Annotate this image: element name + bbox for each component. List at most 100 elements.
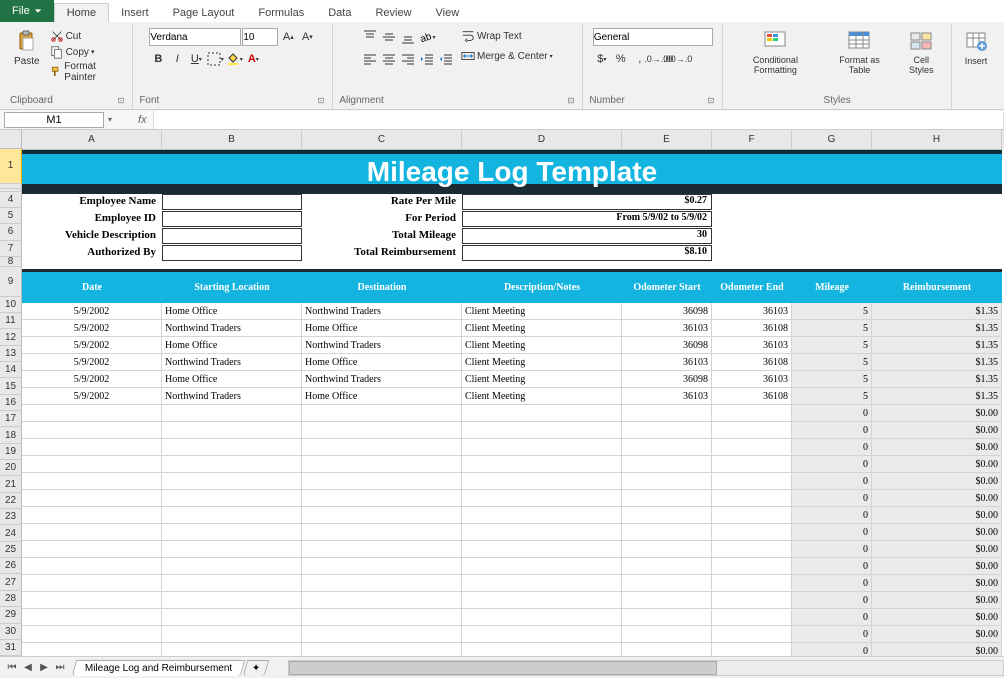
tab-data[interactable]: Data <box>316 4 363 22</box>
cell[interactable] <box>162 575 302 592</box>
cell[interactable]: Home Office <box>302 354 462 371</box>
cell[interactable] <box>712 507 792 524</box>
cell[interactable] <box>162 507 302 524</box>
cell[interactable] <box>162 524 302 541</box>
cell[interactable]: $1.35 <box>872 337 1002 354</box>
cell[interactable]: 0 <box>792 592 872 609</box>
cell[interactable]: $0.00 <box>872 524 1002 541</box>
cell[interactable]: 0 <box>792 422 872 439</box>
cell[interactable]: 0 <box>792 575 872 592</box>
insert-cells-button[interactable]: Insert <box>960 28 992 68</box>
cell[interactable] <box>622 422 712 439</box>
format-as-table-button[interactable]: Format as Table <box>826 28 894 78</box>
info-value[interactable]: 30 <box>462 228 712 244</box>
row-header-11[interactable]: 11 <box>0 313 22 329</box>
tab-nav-last[interactable]: ⏭ <box>52 660 68 676</box>
clipboard-dialog-launcher[interactable]: ⊡ <box>116 96 127 105</box>
tab-nav-prev[interactable]: ◀ <box>20 660 36 676</box>
cell[interactable]: $0.00 <box>872 439 1002 456</box>
increase-font-button[interactable]: A▴ <box>279 28 297 46</box>
cell[interactable] <box>462 643 622 656</box>
info-input[interactable] <box>162 211 302 227</box>
cell[interactable] <box>22 507 162 524</box>
namebox-dropdown-icon[interactable]: ▾ <box>108 115 112 124</box>
cell[interactable] <box>302 643 462 656</box>
cell[interactable]: 36103 <box>622 320 712 337</box>
new-sheet-tab[interactable]: ✦ <box>243 660 270 676</box>
cell[interactable] <box>22 643 162 656</box>
merge-center-button[interactable]: Merge & Center▾ <box>459 48 555 64</box>
row-header-5[interactable]: 5 <box>0 208 22 224</box>
cell[interactable] <box>622 609 712 626</box>
fx-label[interactable]: fx <box>132 114 153 126</box>
cell[interactable]: 0 <box>792 524 872 541</box>
info-value[interactable]: $0.27 <box>462 194 712 210</box>
cell[interactable] <box>712 422 792 439</box>
cell[interactable] <box>302 626 462 643</box>
font-size-select[interactable] <box>242 28 278 46</box>
cell[interactable] <box>22 422 162 439</box>
cell[interactable] <box>22 439 162 456</box>
table-header-cell[interactable]: Odometer End <box>712 272 792 303</box>
cell[interactable]: 36103 <box>712 303 792 320</box>
cell[interactable]: $0.00 <box>872 609 1002 626</box>
paste-button[interactable]: Paste <box>10 28 44 69</box>
border-button[interactable]: ▾ <box>206 50 224 68</box>
tab-view[interactable]: View <box>424 4 472 22</box>
cell[interactable]: $0.00 <box>872 490 1002 507</box>
cell[interactable]: Client Meeting <box>462 388 622 405</box>
cell[interactable]: 5 <box>792 337 872 354</box>
cell[interactable] <box>22 609 162 626</box>
cell[interactable]: Home Office <box>302 388 462 405</box>
orientation-button[interactable]: ab▾ <box>418 28 436 46</box>
cell[interactable] <box>162 592 302 609</box>
col-header-F[interactable]: F <box>712 130 792 150</box>
cell[interactable]: 0 <box>792 507 872 524</box>
cell[interactable] <box>712 524 792 541</box>
font-name-select[interactable] <box>149 28 241 46</box>
col-header-B[interactable]: B <box>162 130 302 150</box>
cell[interactable] <box>22 592 162 609</box>
cell[interactable]: 5 <box>792 388 872 405</box>
cell[interactable] <box>712 609 792 626</box>
cell[interactable]: $1.35 <box>872 320 1002 337</box>
cell[interactable]: 36098 <box>622 337 712 354</box>
cell[interactable]: 5/9/2002 <box>22 371 162 388</box>
row-header-14[interactable]: 14 <box>0 362 22 378</box>
cell[interactable] <box>462 558 622 575</box>
cell[interactable] <box>622 626 712 643</box>
tab-home[interactable]: Home <box>54 3 109 22</box>
cell[interactable] <box>462 473 622 490</box>
cell[interactable] <box>712 643 792 656</box>
file-tab[interactable]: File <box>0 0 54 22</box>
cell[interactable]: $0.00 <box>872 626 1002 643</box>
cell[interactable] <box>712 490 792 507</box>
cell[interactable]: 5/9/2002 <box>22 303 162 320</box>
tab-insert[interactable]: Insert <box>109 4 161 22</box>
row-header-29[interactable]: 29 <box>0 607 22 623</box>
cell[interactable]: Northwind Traders <box>302 371 462 388</box>
cell[interactable] <box>22 473 162 490</box>
cell[interactable] <box>462 524 622 541</box>
cell[interactable]: 36103 <box>712 337 792 354</box>
cell[interactable] <box>22 541 162 558</box>
row-header-27[interactable]: 27 <box>0 574 22 590</box>
cell[interactable]: $0.00 <box>872 473 1002 490</box>
cell[interactable]: Home Office <box>302 320 462 337</box>
row-header-16[interactable]: 16 <box>0 395 22 411</box>
cell[interactable] <box>162 422 302 439</box>
cell[interactable] <box>622 439 712 456</box>
col-header-C[interactable]: C <box>302 130 462 150</box>
cell[interactable] <box>462 592 622 609</box>
tab-nav-first[interactable]: ⏮ <box>4 660 20 676</box>
cell[interactable] <box>302 490 462 507</box>
row-header-1[interactable]: 1 <box>0 149 22 184</box>
tab-page-layout[interactable]: Page Layout <box>161 4 247 22</box>
tab-formulas[interactable]: Formulas <box>246 4 316 22</box>
row-header-25[interactable]: 25 <box>0 542 22 558</box>
row-header-7[interactable]: 7 <box>0 241 22 257</box>
cell[interactable]: $0.00 <box>872 456 1002 473</box>
cell[interactable]: Home Office <box>162 303 302 320</box>
conditional-formatting-button[interactable]: Conditional Formatting <box>729 28 821 78</box>
cell[interactable] <box>622 456 712 473</box>
